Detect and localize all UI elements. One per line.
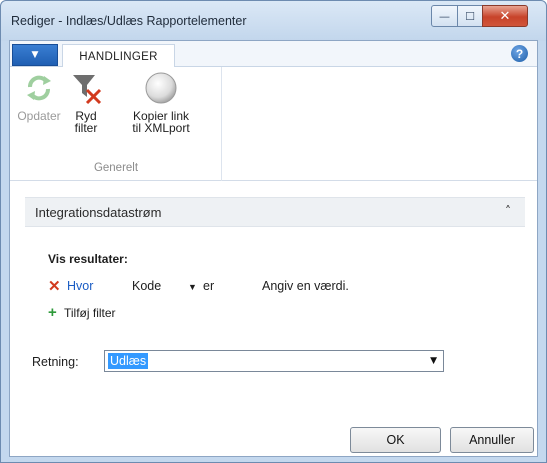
close-icon: ✕: [499, 8, 511, 24]
plus-icon: +: [48, 304, 57, 321]
fasttab-title: Integrationsdatastrøm: [35, 205, 162, 220]
filter-field[interactable]: Kode: [132, 279, 161, 293]
copy-link-button[interactable]: Kopier link til XMLport: [108, 71, 214, 134]
ribbon: Opdater Ryd filter Kopier link til XMLpo…: [10, 67, 537, 181]
cancel-button[interactable]: Annuller: [450, 427, 534, 453]
close-button[interactable]: ✕: [482, 5, 528, 27]
copy-link-icon: [144, 71, 178, 105]
help-icon[interactable]: ?: [511, 45, 528, 62]
clear-filter-button[interactable]: Ryd filter: [66, 71, 106, 134]
filter-operator: er: [203, 279, 215, 293]
fasttab-header[interactable]: Integrationsdatastrøm ˄: [25, 197, 525, 227]
maximize-icon: ☐: [465, 9, 475, 23]
window-title: Rediger - Indlæs/Udlæs Rapportelementer: [11, 14, 247, 28]
minimize-button[interactable]: —: [431, 5, 458, 27]
dialog-window: Rediger - Indlæs/Udlæs Rapportelementer …: [0, 0, 547, 463]
direction-value: Udlæs: [108, 353, 149, 369]
direction-select[interactable]: Udlæs ▼: [104, 350, 444, 372]
clear-filter-label-2: filter: [74, 121, 98, 135]
refresh-button[interactable]: Opdater: [14, 71, 64, 122]
refresh-icon: [22, 71, 56, 105]
refresh-label: Opdater: [17, 109, 61, 123]
clear-filter-icon: [69, 71, 103, 105]
filter-field-dropdown-icon[interactable]: ▼: [188, 282, 197, 292]
app-menu-button[interactable]: ▼: [12, 44, 58, 66]
title-bar: Rediger - Indlæs/Udlæs Rapportelementer …: [1, 1, 546, 41]
filter-value-input[interactable]: Angiv en værdi.: [262, 279, 349, 293]
direction-label: Retning:: [32, 355, 79, 369]
ok-button[interactable]: OK: [350, 427, 441, 453]
dropdown-arrow-icon[interactable]: ▼: [430, 356, 437, 366]
remove-filter-icon[interactable]: ✕: [48, 277, 61, 295]
ribbon-group-generelt: Opdater Ryd filter Kopier link til XMLpo…: [10, 67, 222, 181]
tab-handlinger[interactable]: HANDLINGER: [62, 44, 175, 68]
ribbon-tab-row: ▼ HANDLINGER ?: [10, 41, 537, 68]
maximize-button[interactable]: ☐: [457, 5, 483, 27]
filter-heading: Vis resultater:: [48, 252, 128, 266]
chevron-down-icon: ▼: [31, 50, 39, 60]
chevron-up-icon[interactable]: ˄: [505, 204, 511, 218]
group-label: Generelt: [93, 162, 139, 174]
add-filter-label: Tilføj filter: [64, 306, 116, 320]
dialog-client-area: ▼ HANDLINGER ? Opdater Ryd filter Kopier…: [9, 40, 538, 457]
minimize-icon: —: [439, 9, 450, 23]
copy-link-label-2: til XMLport: [132, 121, 190, 135]
filter-where-label: Hvor: [67, 279, 94, 293]
filter-row: ✕ Hvor Kode ▼ er Angiv en værdi.: [48, 277, 518, 297]
